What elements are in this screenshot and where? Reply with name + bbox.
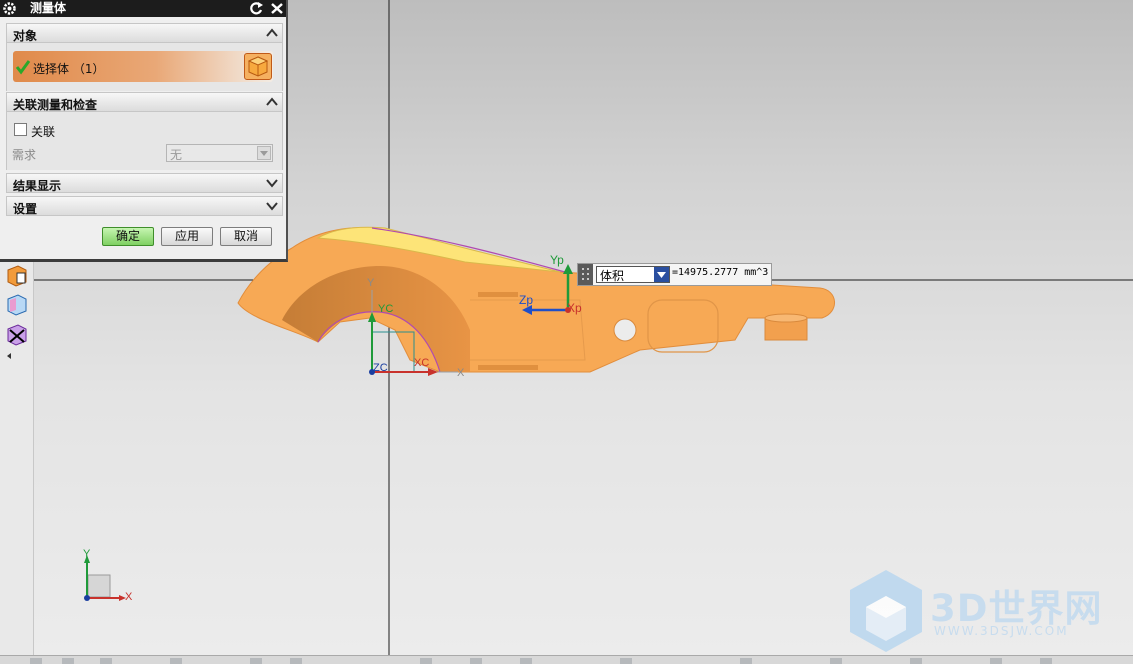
section-results-label: 结果显示 — [13, 179, 62, 193]
dialog-title-bar[interactable]: 测量体 — [0, 0, 286, 17]
triad-label-x: X — [125, 591, 133, 603]
measure-body-dialog: 测量体 对象 选择体 （1） 关联测量和检查 关联 需求 无 结果显示 设置 确… — [0, 0, 288, 262]
chevron-down-icon[interactable] — [257, 146, 271, 160]
chevron-left-icon[interactable] — [4, 350, 28, 360]
requirement-select[interactable]: 无 — [166, 144, 273, 162]
dialog-title: 测量体 — [30, 1, 67, 15]
triad-label-y: Y — [83, 548, 91, 560]
cancel-button[interactable]: 取消 — [220, 227, 272, 246]
model-view-icon[interactable] — [4, 292, 28, 316]
associative-label: 关联 — [31, 125, 56, 139]
select-body-row[interactable]: 选择体 （1） — [13, 51, 273, 82]
close-button[interactable] — [268, 0, 286, 17]
measurement-readout: 体积 =14975.2777 mm^3 — [577, 263, 772, 286]
reset-button[interactable] — [248, 0, 266, 17]
axis-label-zc: ZC — [373, 362, 388, 374]
axis-label-yp: Yp — [550, 253, 564, 267]
watermark-logo — [850, 570, 922, 652]
chevron-up-icon[interactable] — [264, 94, 280, 110]
apply-button[interactable]: 应用 — [161, 227, 213, 246]
view-triad — [84, 555, 126, 601]
axis-label-xc: XC — [414, 357, 430, 369]
requirement-label: 需求 — [12, 148, 37, 162]
chevron-down-icon[interactable] — [654, 267, 669, 282]
axis-label-yc: YC — [378, 303, 394, 315]
close-icon — [271, 3, 283, 14]
reset-icon — [250, 2, 263, 15]
solid-part — [237, 226, 835, 373]
measure-value: =14975.2777 mm^3 — [672, 267, 769, 278]
section-settings-header[interactable]: 设置 — [6, 196, 283, 216]
section-settings-label: 设置 — [13, 202, 38, 216]
gear-icon[interactable] — [2, 1, 17, 16]
measure-type-select[interactable]: 体积 — [596, 266, 670, 283]
section-object-label: 对象 — [13, 29, 38, 43]
chevron-down-icon[interactable] — [264, 198, 280, 214]
part-navigator-icon[interactable] — [4, 264, 28, 288]
axis-label-y: Y — [367, 277, 375, 289]
watermark-url: WWW.3DSJW.COM — [934, 624, 1069, 638]
select-body-label: 选择体 （1） — [33, 62, 105, 76]
requirement-value: 无 — [170, 148, 183, 162]
check-icon — [15, 59, 31, 75]
section-results-header[interactable]: 结果显示 — [6, 173, 283, 193]
cube-icon — [247, 56, 269, 77]
axis-label-zp: Zp — [519, 293, 534, 307]
select-body-button[interactable] — [244, 53, 272, 80]
ok-button[interactable]: 确定 — [102, 227, 154, 246]
axis-label-x: X — [457, 367, 465, 379]
axis-label-xp: Xp — [567, 301, 582, 315]
resource-bar — [0, 262, 34, 655]
section-object-header[interactable]: 对象 — [6, 23, 283, 43]
associative-checkbox[interactable] — [14, 123, 27, 136]
reuse-library-icon[interactable] — [4, 322, 28, 346]
chevron-up-icon[interactable] — [264, 25, 280, 41]
chevron-down-icon[interactable] — [264, 175, 280, 191]
measure-type-value: 体积 — [600, 269, 625, 283]
section-assoc-header[interactable]: 关联测量和检查 — [6, 92, 283, 112]
drag-handle[interactable] — [578, 264, 593, 285]
section-assoc-label: 关联测量和检查 — [13, 98, 98, 112]
